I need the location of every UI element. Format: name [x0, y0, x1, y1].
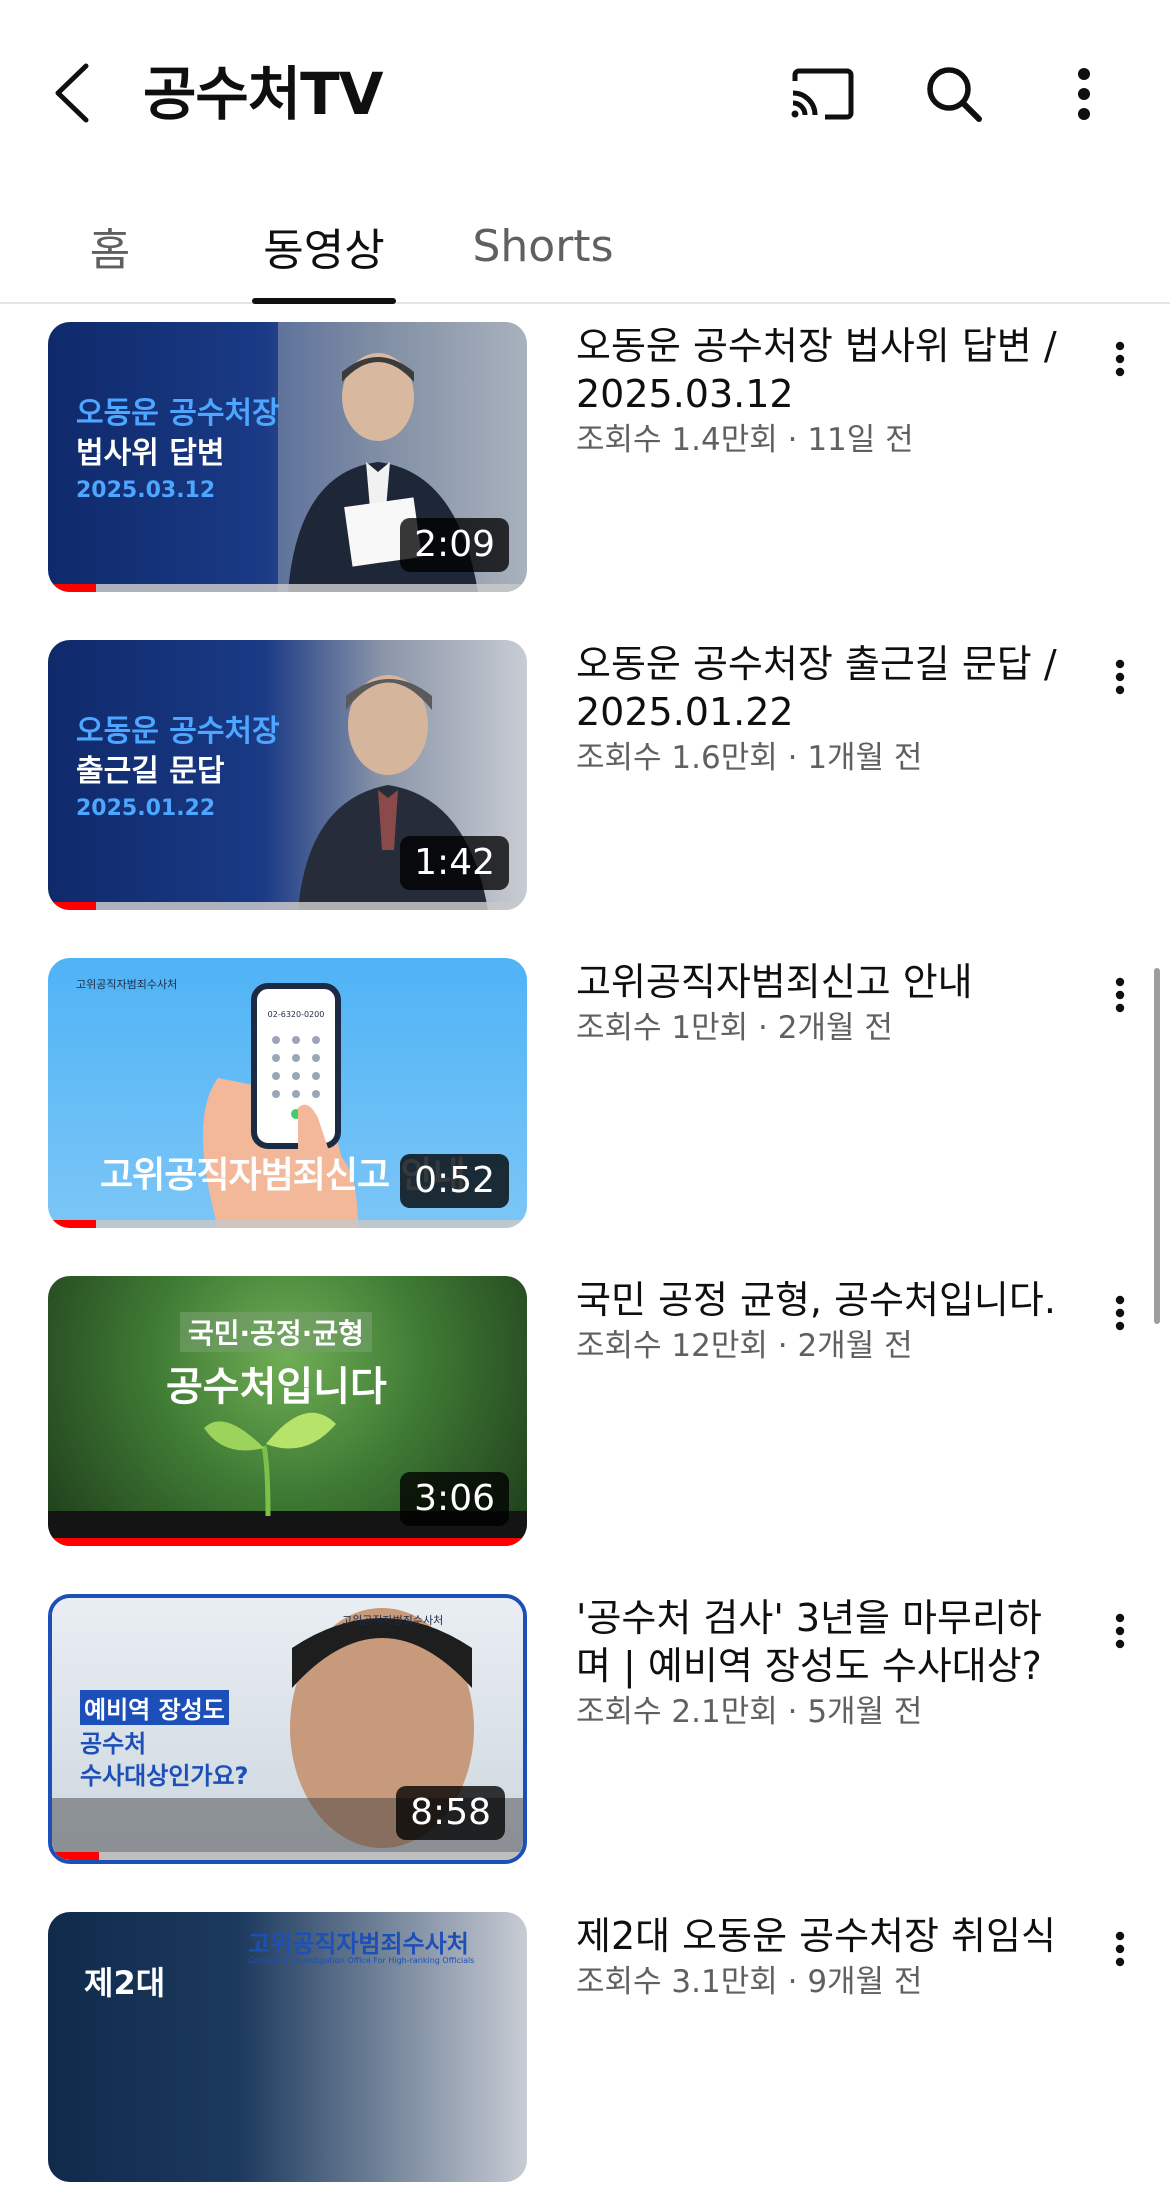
- video-thumbnail[interactable]: 오동운 공수처장 법사위 답변 2025.03.12 2:09: [48, 322, 527, 592]
- more-vert-icon: [1078, 68, 1090, 120]
- more-vert-icon: [1115, 341, 1125, 377]
- video-thumbnail[interactable]: 고위공직자범죄수사처 예비역 장성도 공수처 수사대상인가요? 8:58: [48, 1594, 527, 1864]
- video-stats: 조회수 1.6만회 · 1개월 전: [576, 740, 923, 776]
- thumb-line1: 국민·공정·균형: [180, 1312, 372, 1352]
- video-title[interactable]: 오동운 공수처장 출근길 문답 / 2025.01.22: [576, 640, 1076, 736]
- video-thumbnail[interactable]: 국민·공정·균형 공수처입니다 3:06: [48, 1276, 527, 1546]
- video-duration: 0:52: [400, 1154, 509, 1208]
- video-title[interactable]: 오동운 공수처장 법사위 답변 / 2025.03.12: [576, 322, 1076, 418]
- video-meta: 제2대 오동운 공수처장 취임식 조회수 3.1만회 · 9개월 전: [576, 1912, 1076, 2002]
- more-vert-icon: [1115, 1931, 1125, 1967]
- video-duration: 3:06: [400, 1472, 509, 1526]
- more-vert-icon: [1115, 1613, 1125, 1649]
- more-vert-icon: [1115, 659, 1125, 695]
- thumb-line2: 출근길 문답: [76, 754, 225, 789]
- video-thumbnail[interactable]: 고위공직자범죄수사처 02-6320-0200 고위공직자범죄신고 안내 0:5…: [48, 958, 527, 1228]
- tab-videos[interactable]: 동영상: [252, 190, 396, 304]
- thumb-line2: 법사위 답변: [76, 436, 225, 471]
- tab-shorts[interactable]: Shorts: [468, 190, 618, 302]
- thumb-org: 고위공직자범죄수사처: [76, 978, 178, 991]
- thumb-line1: 제2대: [84, 1964, 166, 2002]
- thumb-line3: 2025.03.12: [76, 478, 216, 503]
- watch-progress: [48, 1220, 96, 1228]
- video-title[interactable]: 국민 공정 균형, 공수처입니다.: [576, 1276, 1076, 1324]
- scrollbar[interactable]: [1154, 968, 1160, 1324]
- video-item[interactable]: 고위공직자범죄수사처 예비역 장성도 공수처 수사대상인가요? 8:58 '공수…: [0, 1576, 1170, 1894]
- video-item[interactable]: 오동운 공수처장 출근길 문답 2025.01.22 1:42 오동운 공수처장…: [0, 622, 1170, 940]
- back-button[interactable]: [42, 58, 102, 128]
- more-vert-icon: [1115, 1295, 1125, 1331]
- thumb-org-en: Corruption Investigation Office For High…: [248, 1956, 475, 1965]
- watch-progress-track: [48, 1538, 527, 1546]
- video-more-button[interactable]: [1100, 970, 1140, 1020]
- video-meta: 오동운 공수처장 법사위 답변 / 2025.03.12 조회수 1.4만회 ·…: [576, 322, 1076, 460]
- more-vert-icon: [1115, 977, 1125, 1013]
- video-stats: 조회수 2.1만회 · 5개월 전: [576, 1694, 923, 1730]
- video-more-button[interactable]: [1100, 1288, 1140, 1338]
- video-thumbnail[interactable]: 오동운 공수처장 출근길 문답 2025.01.22 1:42: [48, 640, 527, 910]
- video-item[interactable]: 오동운 공수처장 법사위 답변 2025.03.12 2:09 오동운 공수처장…: [0, 304, 1170, 622]
- video-more-button[interactable]: [1100, 652, 1140, 702]
- video-item[interactable]: 고위공직자범죄수사처 02-6320-0200 고위공직자범죄신고 안내 0:5…: [0, 940, 1170, 1258]
- video-item[interactable]: 국민·공정·균형 공수처입니다 3:06 국민 공정 균형, 공수처입니다. 조…: [0, 1258, 1170, 1576]
- thumb-line3: 2025.01.22: [76, 796, 216, 821]
- thumb-phone-number: 02-6320-0200: [267, 1010, 325, 1019]
- video-meta: 국민 공정 균형, 공수처입니다. 조회수 12만회 · 2개월 전: [576, 1276, 1076, 1366]
- video-meta: 고위공직자범죄신고 안내 조회수 1만회 · 2개월 전: [576, 958, 1076, 1048]
- video-duration: 8:58: [396, 1786, 505, 1840]
- video-stats: 조회수 1.4만회 · 11일 전: [576, 422, 914, 458]
- thumb-line2: 공수처입니다: [166, 1364, 387, 1410]
- thumb-line3: 수사대상인가요?: [80, 1762, 249, 1790]
- channel-tabs: 홈 동영상 Shorts: [0, 190, 1170, 304]
- thumb-line1: 오동운 공수처장: [76, 396, 280, 431]
- thumb-line1: 오동운 공수처장: [76, 714, 280, 749]
- video-duration: 2:09: [400, 518, 509, 572]
- more-options-button[interactable]: [1048, 62, 1120, 126]
- video-stats: 조회수 1만회 · 2개월 전: [576, 1010, 893, 1046]
- video-title[interactable]: 고위공직자범죄신고 안내: [576, 958, 1076, 1006]
- thumb-org: 고위공직자범죄수사처: [342, 1614, 444, 1627]
- video-more-button[interactable]: [1100, 1606, 1140, 1656]
- thumb-line1: 예비역 장성도: [80, 1690, 229, 1725]
- thumb-org: 고위공직자범죄수사처: [248, 1930, 469, 1958]
- cast-button[interactable]: [786, 62, 858, 126]
- tab-home[interactable]: 홈: [70, 190, 150, 302]
- watch-progress: [48, 584, 96, 592]
- app-header: 공수처TV: [0, 0, 1170, 190]
- watch-progress-track: [48, 1220, 527, 1228]
- video-more-button[interactable]: [1100, 334, 1140, 384]
- watch-progress-track: [48, 902, 527, 910]
- video-meta: 오동운 공수처장 출근길 문답 / 2025.01.22 조회수 1.6만회 ·…: [576, 640, 1076, 778]
- search-button[interactable]: [918, 62, 990, 126]
- video-meta: '공수처 검사' 3년을 마무리하며 | 예비역 장성도 수사대상? 조회수 2…: [576, 1594, 1076, 1732]
- back-arrow-icon: [55, 63, 89, 123]
- video-title[interactable]: '공수처 검사' 3년을 마무리하며 | 예비역 장성도 수사대상?: [576, 1594, 1076, 1690]
- video-duration: 1:42: [400, 836, 509, 890]
- video-title[interactable]: 제2대 오동운 공수처장 취임식: [576, 1912, 1076, 1960]
- search-icon: [927, 67, 982, 122]
- cast-icon: [791, 68, 854, 120]
- watch-progress: [48, 1538, 527, 1546]
- watch-progress-track: [52, 1852, 523, 1860]
- video-stats: 조회수 3.1만회 · 9개월 전: [576, 1964, 923, 2000]
- thumb-line2: 공수처: [80, 1730, 147, 1758]
- channel-title: 공수처TV: [143, 60, 384, 128]
- video-item[interactable]: 고위공직자범죄수사처 Corruption Investigation Offi…: [0, 1894, 1170, 2212]
- watch-progress-track: [48, 584, 527, 592]
- video-thumbnail[interactable]: 고위공직자범죄수사처 Corruption Investigation Offi…: [48, 1912, 527, 2182]
- video-stats: 조회수 12만회 · 2개월 전: [576, 1328, 913, 1364]
- watch-progress: [48, 902, 96, 910]
- watch-progress: [52, 1852, 100, 1860]
- video-more-button[interactable]: [1100, 1924, 1140, 1974]
